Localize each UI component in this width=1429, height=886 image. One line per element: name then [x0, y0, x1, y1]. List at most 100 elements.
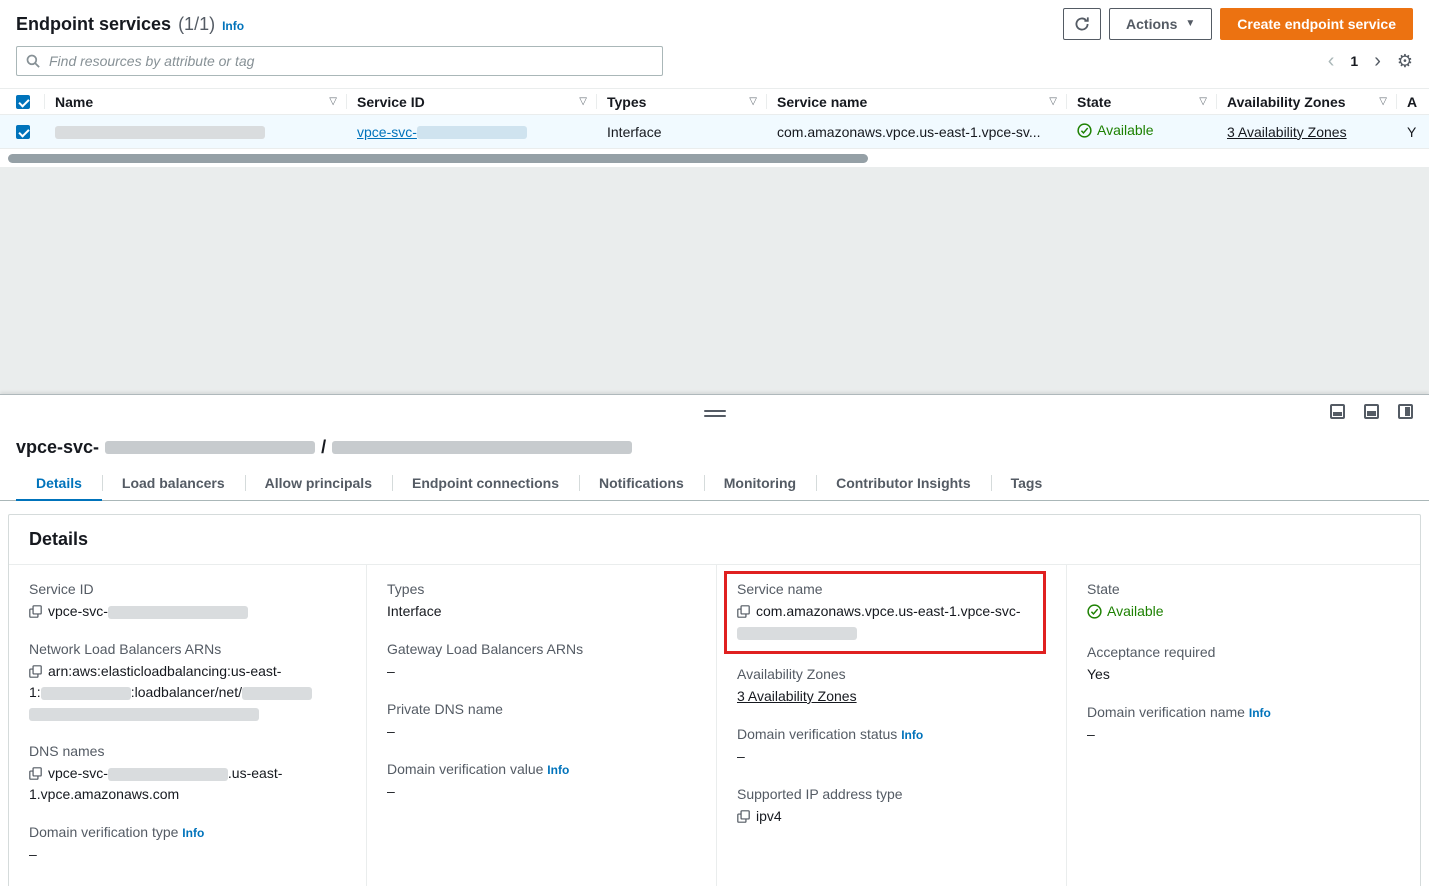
field-nlb-arns: Network Load Balancers ARNs arn:aws:elas…: [29, 641, 346, 724]
field-domain-verification-status: Domain verification status Info –: [737, 726, 1046, 767]
panel-position-side-icon[interactable]: [1398, 404, 1413, 419]
resource-count: (1/1): [178, 14, 215, 35]
filter-icon[interactable]: ▽: [1193, 96, 1207, 107]
tab-tags[interactable]: Tags: [991, 466, 1063, 500]
column-header-state: State ▽: [1067, 89, 1217, 114]
status-available-icon: [1087, 604, 1102, 619]
info-link[interactable]: Info: [182, 826, 204, 840]
split-panel-resize-handle[interactable]: [704, 410, 726, 420]
page-title: Endpoint services: [16, 14, 171, 35]
search-icon: [26, 54, 40, 71]
service-id-link[interactable]: vpce-svc-: [357, 124, 527, 140]
availability-zones-link[interactable]: 3 Availability Zones: [1227, 124, 1347, 140]
copy-icon[interactable]: [29, 767, 42, 780]
split-panel: vpce-svc- / Details Load balancers Allow…: [0, 394, 1429, 886]
field-dns-names: DNS names vpce-svc-.us-east- 1.vpce.amaz…: [29, 743, 346, 805]
refresh-button[interactable]: [1063, 8, 1101, 40]
info-link[interactable]: Info: [547, 763, 569, 777]
redacted-text: [242, 687, 312, 700]
field-glb-arns: Gateway Load Balancers ARNs –: [387, 641, 696, 682]
cell-service-id: vpce-svc-: [347, 124, 597, 140]
copy-icon[interactable]: [29, 605, 42, 618]
column-header-service-id: Service ID ▽: [347, 89, 597, 114]
field-value: 1:: [29, 684, 41, 700]
scrollbar-thumb[interactable]: [8, 154, 868, 163]
availability-zones-link[interactable]: 3 Availability Zones: [737, 688, 857, 704]
tab-notifications[interactable]: Notifications: [579, 466, 704, 500]
panel-position-split-icon[interactable]: [1364, 404, 1379, 419]
create-endpoint-service-button[interactable]: Create endpoint service: [1220, 8, 1413, 40]
redacted-text: [55, 126, 265, 139]
copy-icon[interactable]: [737, 810, 750, 823]
copy-icon[interactable]: [29, 665, 42, 678]
filter-icon[interactable]: ▽: [573, 96, 587, 107]
redacted-text: [108, 768, 228, 781]
redacted-text: [41, 687, 131, 700]
field-value: Yes: [1087, 664, 1400, 685]
field-label: Domain verification type: [29, 824, 178, 840]
next-page-icon[interactable]: ›: [1374, 51, 1381, 71]
filter-icon[interactable]: ▽: [743, 96, 757, 107]
field-label: Acceptance required: [1087, 644, 1400, 660]
row-checkbox[interactable]: [16, 125, 30, 139]
panel-position-bottom-icon[interactable]: [1330, 404, 1345, 419]
field-domain-verification-name: Domain verification name Info –: [1087, 704, 1400, 745]
field-service-name: Service name com.amazonaws.vpce.us-east-…: [737, 581, 1033, 643]
info-link[interactable]: Info: [222, 19, 244, 33]
field-value: :loadbalancer/net/: [131, 684, 242, 700]
info-link[interactable]: Info: [1249, 706, 1271, 720]
endpoint-services-page: Endpoint services (1/1) Info Actions ▼ C…: [0, 0, 1429, 886]
field-value: arn:aws:elasticloadbalancing:us-east-: [48, 663, 281, 679]
toolbar: ‹ 1 › ⚙: [0, 46, 1429, 88]
column-header-types: Types ▽: [597, 89, 767, 114]
select-all-checkbox[interactable]: [16, 95, 30, 109]
field-label: Domain verification name: [1087, 704, 1245, 720]
field-service-id: Service ID vpce-svc-: [29, 581, 346, 622]
filter-icon[interactable]: ▽: [323, 96, 337, 107]
info-link[interactable]: Info: [901, 728, 923, 742]
panel-title-separator: /: [321, 437, 326, 458]
current-page[interactable]: 1: [1350, 53, 1358, 69]
field-domain-verification-type: Domain verification type Info –: [29, 824, 346, 865]
field-private-dns-name: Private DNS name –: [387, 701, 696, 742]
column-label: Name: [55, 94, 93, 110]
tab-contributor-insights[interactable]: Contributor Insights: [816, 466, 991, 500]
previous-page-icon[interactable]: ‹: [1328, 51, 1335, 71]
create-button-label: Create endpoint service: [1237, 16, 1396, 32]
redacted-text: [105, 441, 315, 454]
state-value: Available: [1097, 122, 1154, 138]
pagination: ‹ 1 › ⚙: [1328, 51, 1413, 72]
field-value: .us-east-: [228, 765, 282, 781]
tab-details[interactable]: Details: [16, 466, 102, 500]
field-label: State: [1087, 581, 1400, 597]
field-value: com.amazonaws.vpce.us-east-1.vpce-svc-: [756, 603, 1021, 619]
field-types: Types Interface: [387, 581, 696, 622]
copy-icon[interactable]: [737, 605, 750, 618]
cell-state: Available: [1067, 122, 1217, 141]
details-column-3: Service name com.amazonaws.vpce.us-east-…: [717, 565, 1067, 886]
field-label: Domain verification value: [387, 761, 543, 777]
search-input[interactable]: [16, 46, 663, 76]
field-state: State Available: [1087, 581, 1400, 625]
field-label: Availability Zones: [737, 666, 1046, 682]
field-acceptance-required: Acceptance required Yes: [1087, 644, 1400, 685]
filter-icon[interactable]: ▽: [1373, 96, 1387, 107]
column-label: Service name: [777, 94, 867, 110]
tab-allow-principals[interactable]: Allow principals: [245, 466, 392, 500]
tab-monitoring[interactable]: Monitoring: [704, 466, 816, 500]
field-label: Gateway Load Balancers ARNs: [387, 641, 696, 657]
settings-gear-icon[interactable]: ⚙: [1397, 51, 1413, 72]
field-availability-zones: Availability Zones 3 Availability Zones: [737, 666, 1046, 707]
tab-load-balancers[interactable]: Load balancers: [102, 466, 245, 500]
tab-endpoint-connections[interactable]: Endpoint connections: [392, 466, 579, 500]
tab-label: Tags: [1011, 475, 1043, 491]
column-label: A: [1407, 94, 1417, 110]
field-value: vpce-svc-: [48, 603, 108, 619]
details-card: Details Service ID vpce-svc-: [8, 514, 1421, 886]
table-row[interactable]: vpce-svc- Interface com.amazonaws.vpce.u…: [0, 115, 1429, 149]
actions-button[interactable]: Actions ▼: [1109, 8, 1212, 40]
field-value: –: [737, 746, 1046, 767]
filter-icon[interactable]: ▽: [1043, 96, 1057, 107]
endpoint-services-table: Name ▽ Service ID ▽ Types ▽ Service name…: [0, 88, 1429, 163]
field-value: 1.vpce.amazonaws.com: [29, 786, 179, 802]
